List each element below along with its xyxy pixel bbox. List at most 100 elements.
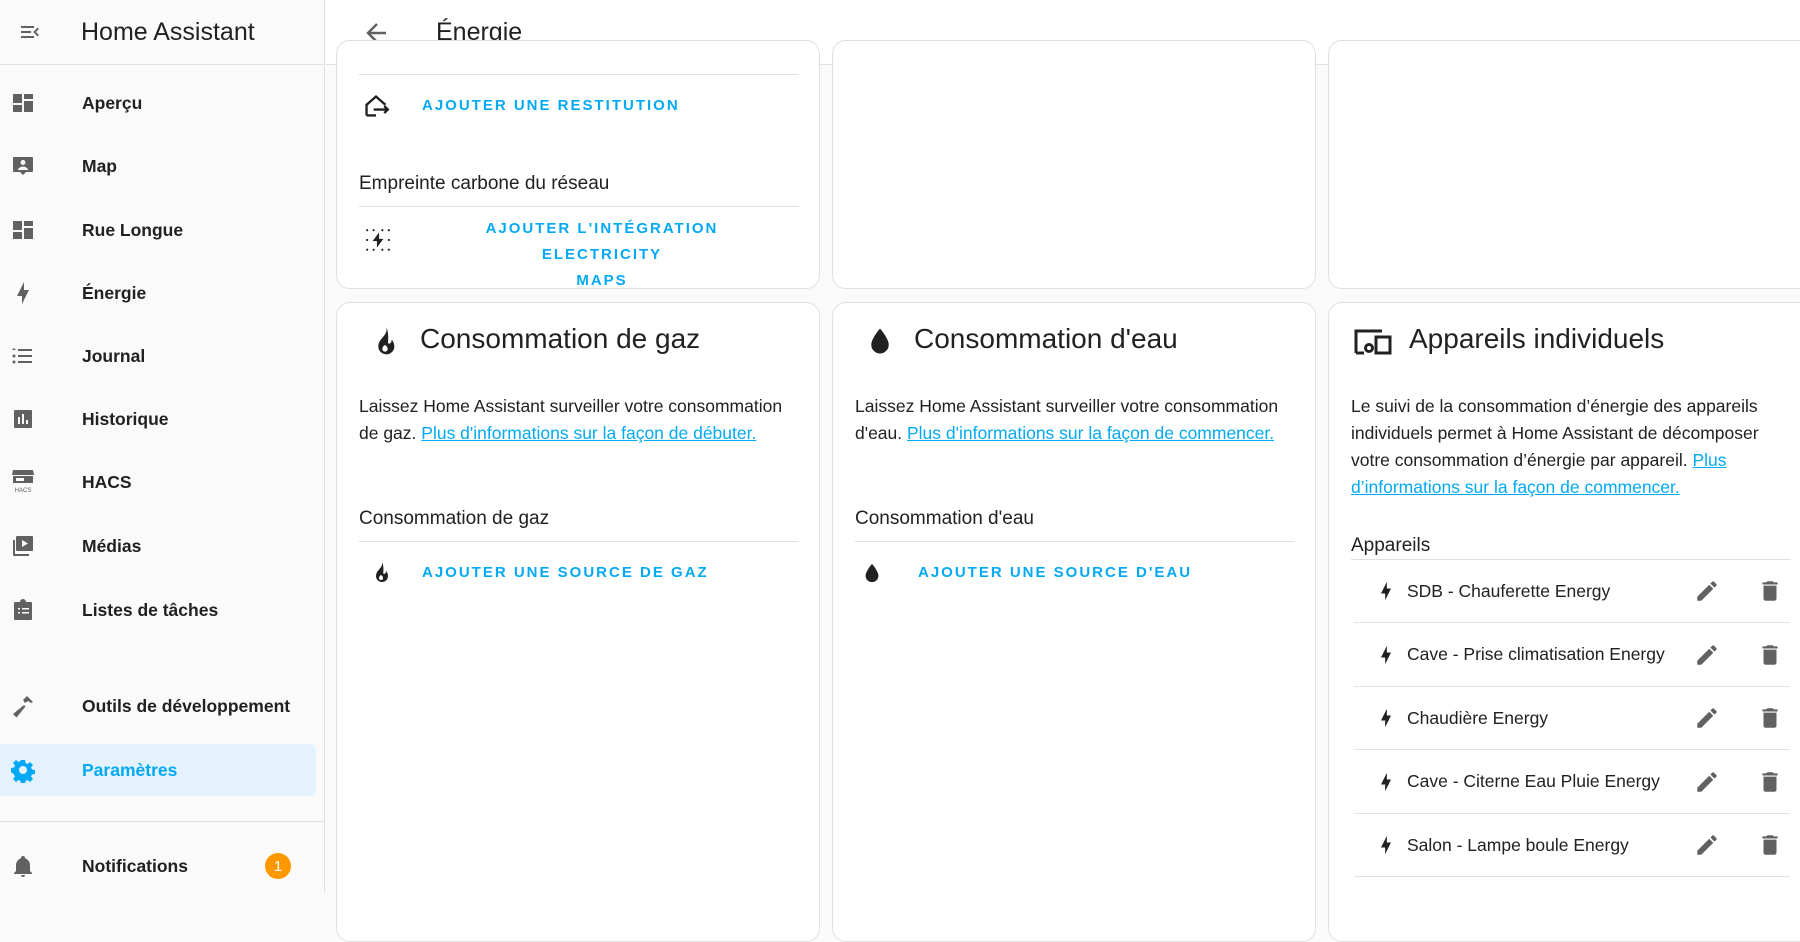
button-line: AJOUTER L'INTÉGRATION ELECTRICITY [485,220,719,263]
grid-card: AJOUTER UNE RESTITUTION Empreinte carbon… [336,40,820,289]
sidebar-item-label: Notifications [82,855,188,876]
view-dashboard-icon [11,218,35,242]
sidebar-item-label: Journal [82,345,146,366]
map-account-icon [11,154,35,178]
device-row: SDB - Chauferette Energy [1354,560,1790,623]
sidebar-item-listes[interactable]: Listes de tâches [0,584,316,636]
sidebar-item-label: Listes de tâches [82,599,219,620]
device-name: Salon - Lampe boule Energy [1407,834,1629,855]
card-title: Appareils individuels [1409,323,1665,354]
lightning-bolt-icon [1381,708,1391,728]
divider [855,541,1295,542]
water-card: Consommation d'eau Laissez Home Assistan… [832,302,1316,942]
sidebar-item-apercu[interactable]: Aperçu [0,77,316,129]
subheading: Consommation d'eau [855,508,1034,529]
clipboard-list-icon [11,598,35,622]
card-title: Consommation de gaz [420,323,701,354]
card-title: Consommation d'eau [914,323,1178,354]
lightning-bolt-icon [1381,645,1391,664]
sidebar-item-label: Médias [82,535,142,556]
trash-icon[interactable] [1757,642,1783,668]
add-electricity-maps-button[interactable]: AJOUTER L'INTÉGRATION ELECTRICITY MAPS [427,216,777,294]
sidebar-item-label: Outils de développement [82,695,291,716]
sidebar-item-label: Aperçu [82,92,143,113]
sidebar: Home Assistant Aperçu Map Rue Longue Éne… [0,0,325,893]
gas-card: Consommation de gaz Laissez Home Assista… [336,302,820,942]
sidebar-item-rue-longue[interactable]: Rue Longue [0,204,316,256]
trash-icon[interactable] [1757,769,1783,795]
lightning-bolt-icon [11,281,35,305]
sidebar-item-label: Historique [82,408,169,429]
sidebar-item-label: Map [82,155,117,176]
chart-box-icon [11,407,35,431]
home-export-icon [365,94,390,117]
card-description: Laissez Home Assistant surveiller votre … [359,393,799,447]
device-row: Cave - Prise climatisation Energy [1354,624,1790,687]
sidebar-item-notifications[interactable]: Notifications 1 [0,840,316,892]
divider [359,206,799,207]
sidebar-item-dev-tools[interactable]: Outils de développement [0,680,316,732]
solar-card [832,40,1316,289]
trash-icon[interactable] [1757,578,1783,604]
device-row: Chaudière Energy [1354,687,1790,750]
devices-card: Appareils individuels Le suivi de la con… [1328,302,1800,942]
add-water-source-button[interactable]: AJOUTER UNE SOURCE D'EAU [918,564,1192,581]
button-line: MAPS [576,272,628,289]
pencil-icon[interactable] [1694,832,1720,858]
devices-icon [1354,329,1392,355]
divider [359,541,799,542]
gear-icon [11,758,35,783]
device-row: Salon - Lampe boule Energy [1354,814,1790,877]
notification-badge: 1 [265,853,291,879]
battery-card [1328,40,1800,289]
device-row: Cave - Citerne Eau Pluie Energy [1354,751,1790,814]
hacs-icon-text: HACS [14,488,32,494]
sidebar-item-map[interactable]: Map [0,140,316,192]
learn-more-link[interactable]: Plus d'informations sur la façon de débu… [421,423,756,443]
trash-icon[interactable] [1757,832,1783,858]
card-description: Le suivi de la consommation d’énergie de… [1351,393,1796,501]
sidebar-item-label: Rue Longue [82,219,184,240]
device-name: Chaudière Energy [1407,707,1549,728]
sidebar-divider [0,821,325,822]
hammer-icon [11,694,35,718]
lightning-bolt-icon [1381,581,1391,601]
pencil-icon[interactable] [1694,578,1720,604]
divider [359,74,799,75]
sidebar-item-label: Énergie [82,282,147,303]
electricity-maps-icon [366,229,390,251]
sidebar-item-journal[interactable]: Journal [0,330,316,382]
sidebar-item-label: Paramètres [82,759,178,780]
fire-icon [376,561,388,582]
device-name: Cave - Prise climatisation Energy [1407,644,1665,664]
add-return-button[interactable]: AJOUTER UNE RESTITUTION [422,97,680,114]
sidebar-item-historique[interactable]: Historique [0,393,316,445]
pencil-icon[interactable] [1694,642,1720,668]
water-drop-icon [865,563,879,583]
add-gas-source-button[interactable]: AJOUTER UNE SOURCE DE GAZ [422,564,709,581]
app-title: Home Assistant [81,17,255,46]
subheading: Consommation de gaz [359,508,550,529]
card-description: Laissez Home Assistant surveiller votre … [855,393,1295,447]
sidebar-item-medias[interactable]: Médias [0,520,316,572]
sidebar-item-label: HACS [82,471,132,492]
bell-icon [11,854,35,878]
hacs-icon: HACS [11,470,35,494]
device-name: SDB - Chauferette Energy [1407,580,1611,601]
format-list-bulleted-icon [11,344,35,368]
learn-more-link[interactable]: Plus d'informations sur la façon de comm… [907,423,1274,443]
water-drop-icon [871,328,889,354]
view-dashboard-icon [11,91,35,115]
menu-collapse-icon[interactable] [10,20,50,44]
play-box-multiple-icon [11,534,35,558]
sidebar-item-energie[interactable]: Énergie [0,267,316,319]
sidebar-item-hacs[interactable]: HACS HACS [0,456,316,508]
sidebar-header: Home Assistant [0,0,324,65]
lightning-bolt-icon [1381,835,1391,855]
fire-icon [378,326,395,355]
pencil-icon[interactable] [1694,705,1720,731]
subheading: Appareils [1351,535,1431,556]
trash-icon[interactable] [1757,705,1783,731]
sidebar-item-parametres[interactable]: Paramètres [0,744,316,796]
pencil-icon[interactable] [1694,769,1720,795]
